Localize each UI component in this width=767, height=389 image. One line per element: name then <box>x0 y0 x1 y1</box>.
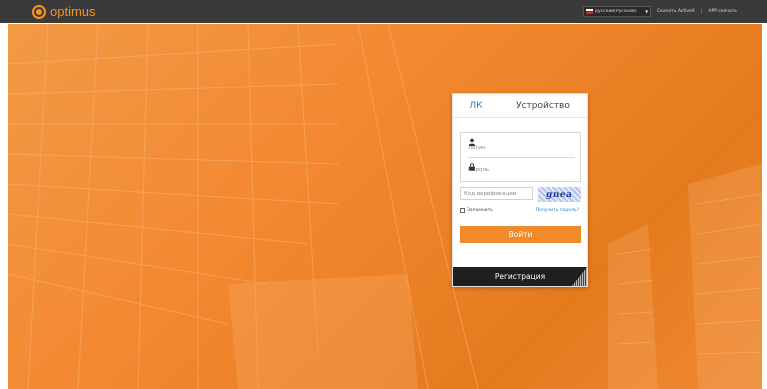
lock-icon <box>469 163 475 171</box>
username-row <box>468 138 575 158</box>
remember-checkbox[interactable]: Запомнить <box>460 208 493 213</box>
password-input[interactable] <box>468 167 558 173</box>
link-separator: | <box>700 9 703 14</box>
captcha-image[interactable]: gnea <box>538 187 581 202</box>
brand-name: optimus <box>50 4 96 19</box>
language-label: русский(Русский) <box>595 9 637 14</box>
top-right-controls: русский(Русский) ▼ Скачать ActiveX | APP… <box>583 0 737 23</box>
tab-device[interactable]: Устройство <box>499 94 587 117</box>
brand-logo[interactable]: optimus <box>32 4 96 19</box>
russia-flag-icon <box>586 9 594 15</box>
credentials-box <box>460 132 581 182</box>
login-card: ЛК Устройство gnea <box>452 93 588 287</box>
captcha-input[interactable] <box>460 187 533 200</box>
skyscraper-background <box>8 24 762 389</box>
remember-label: Запомнить <box>467 208 493 213</box>
download-activex-link[interactable]: Скачать ActiveX <box>657 9 695 14</box>
register-button[interactable]: Регистрация <box>453 267 587 286</box>
captcha-text: gnea <box>545 189 574 200</box>
login-tabs: ЛК Устройство <box>453 94 587 118</box>
download-app-link[interactable]: APP скачать <box>708 9 737 14</box>
background-image: ЛК Устройство gnea <box>8 24 762 389</box>
username-input[interactable] <box>468 144 558 151</box>
user-icon <box>468 138 476 146</box>
chevron-down-icon: ▼ <box>645 9 649 14</box>
login-button[interactable]: Войти <box>460 226 581 243</box>
forgot-password-link[interactable]: Получить пароль? <box>536 208 579 213</box>
password-row <box>468 163 575 177</box>
optimus-logo-icon <box>32 4 46 19</box>
top-bar: optimus русский(Русский) ▼ Скачать Activ… <box>0 0 767 23</box>
tab-lk[interactable]: ЛК <box>453 94 499 117</box>
checkbox-icon[interactable] <box>460 208 465 213</box>
language-select[interactable]: русский(Русский) ▼ <box>583 6 652 17</box>
register-label: Регистрация <box>494 272 546 281</box>
